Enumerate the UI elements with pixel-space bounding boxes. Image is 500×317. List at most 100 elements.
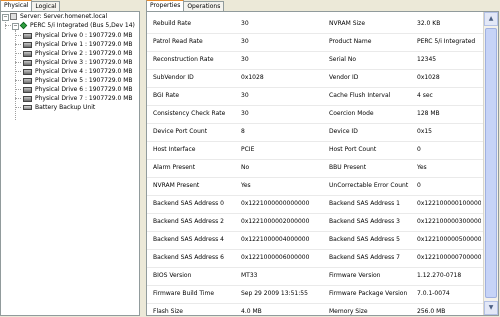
property-value: 0x1221000001000000: [417, 200, 481, 207]
device-tree: − Server: Server.homenet.local − PERC 5/…: [0, 11, 140, 316]
property-name: Flash Size: [153, 308, 183, 315]
tree-node-physical-drive[interactable]: Physical Drive 7 : 1907729.0 MB: [23, 94, 134, 103]
property-row: BGI Rate 30 Cache Flush Interval 4 sec: [147, 87, 483, 106]
tree-node-controller[interactable]: PERC 5/i Integrated (Bus 5,Dev 14): [19, 21, 136, 30]
scroll-up-button[interactable]: ▲: [484, 12, 498, 26]
property-name: Patrol Read Rate: [153, 38, 203, 45]
tree-node-battery[interactable]: Battery Backup Unit: [23, 103, 96, 112]
property-row: Backend SAS Address 6 0x1221000006000000 B…: [147, 249, 483, 268]
property-name: Backend SAS Address 3: [329, 218, 400, 225]
property-name: Backend SAS Address 1: [329, 200, 400, 207]
property-row: Patrol Read Rate 30 Product Name PERC 5/i I…: [147, 33, 483, 52]
property-name: UnCorrectable Error Count: [329, 182, 409, 189]
property-value: MT33: [241, 272, 258, 279]
property-value: 4.0 MB: [241, 308, 262, 315]
tree-node-physical-drive[interactable]: Physical Drive 0 : 1907729.0 MB: [23, 31, 134, 40]
pane-splitter[interactable]: [140, 0, 145, 317]
property-name: Product Name: [329, 38, 372, 45]
property-name: BGI Rate: [153, 92, 180, 99]
scrollbar-thumb[interactable]: [485, 28, 497, 298]
tree-node-physical-drive[interactable]: Physical Drive 1 : 1907729.0 MB: [23, 40, 134, 49]
property-name: Cache Flush Interval: [329, 92, 391, 99]
property-row: NVRAM Present Yes UnCorrectable Error Coun…: [147, 177, 483, 196]
tree-node-physical-drive[interactable]: Physical Drive 4 : 1907729.0 MB: [23, 67, 134, 76]
property-value: 256.0 MB: [417, 308, 446, 315]
property-name: BBU Present: [329, 164, 367, 171]
property-row: Host Interface PCIE Host Port Count 0: [147, 141, 483, 160]
property-name: Firmware Build Time: [153, 290, 215, 297]
property-name: Backend SAS Address 7: [329, 254, 400, 261]
property-row: Backend SAS Address 0 0x1221000000000000 B…: [147, 195, 483, 214]
property-value: Yes: [417, 164, 427, 171]
properties-panel: Rebuild Rate 30 NVRAM Size 32.0 KB Patrol Re…: [146, 11, 499, 316]
property-name: NVRAM Size: [329, 20, 366, 27]
property-name: Firmware Version: [329, 272, 381, 279]
property-value: 0: [417, 146, 421, 153]
property-value: 0x1028: [241, 74, 264, 81]
property-value: 30: [241, 92, 249, 99]
property-value: 12345: [417, 56, 437, 63]
property-value: 30: [241, 20, 249, 27]
property-value: 30: [241, 110, 249, 117]
property-name: Memory Size: [329, 308, 368, 315]
property-name: Vendor ID: [329, 74, 359, 81]
property-value: 30: [241, 38, 249, 45]
property-name: Firmware Package Version: [329, 290, 408, 297]
property-name: SubVendor ID: [153, 74, 194, 81]
property-value: 0x1221000003000000: [417, 218, 481, 225]
property-row: Firmware Build Time Sep 29 2009 13:51:55 F…: [147, 285, 483, 304]
property-value: 32.0 KB: [417, 20, 441, 27]
scroll-down-button[interactable]: ▼: [484, 301, 498, 315]
property-value: 0x1221000005000000: [417, 236, 481, 243]
property-value: 0x1028: [417, 74, 440, 81]
property-value: 128 MB: [417, 110, 440, 117]
property-value: 4 sec: [417, 92, 433, 99]
expand-server-toggle[interactable]: −: [2, 14, 9, 21]
property-name: Backend SAS Address 4: [153, 236, 224, 243]
tab-logical[interactable]: Logical: [31, 1, 61, 11]
tree-node-physical-drive[interactable]: Physical Drive 6 : 1907729.0 MB: [23, 85, 134, 94]
property-value: 8: [241, 128, 245, 135]
hard-drive-icon: [23, 32, 32, 39]
property-name: Backend SAS Address 6: [153, 254, 224, 261]
property-name: Reconstruction Rate: [153, 56, 214, 63]
drive-label: Physical Drive 7 : 1907729.0 MB: [35, 95, 133, 102]
drive-label: Physical Drive 2 : 1907729.0 MB: [35, 50, 133, 57]
tree-node-server[interactable]: Server: Server.homenet.local: [10, 12, 108, 21]
property-row: SubVendor ID 0x1028 Vendor ID 0x1028: [147, 69, 483, 88]
property-value: PCIE: [241, 146, 255, 153]
property-value: 0: [417, 182, 421, 189]
expand-controller-toggle[interactable]: −: [12, 23, 19, 30]
tab-properties[interactable]: Properties: [146, 0, 185, 11]
server-icon: [10, 13, 17, 20]
tree-node-physical-drive[interactable]: Physical Drive 5 : 1907729.0 MB: [23, 76, 134, 85]
right-tab-strip: Properties Operations: [146, 0, 225, 11]
tree-node-physical-drive[interactable]: Physical Drive 3 : 1907729.0 MB: [23, 58, 134, 67]
drive-label: Physical Drive 1 : 1907729.0 MB: [35, 41, 133, 48]
tab-physical[interactable]: Physical: [0, 0, 33, 11]
property-value: Sep 29 2009 13:51:55: [241, 290, 308, 297]
property-row: Alarm Present No BBU Present Yes: [147, 159, 483, 178]
battery-icon: [23, 105, 32, 110]
vertical-scrollbar[interactable]: ▲ ▼: [483, 12, 498, 315]
property-row: Rebuild Rate 30 NVRAM Size 32.0 KB: [147, 15, 483, 34]
property-value: 0x1221000004000000: [241, 236, 310, 243]
tree-node-physical-drive[interactable]: Physical Drive 2 : 1907729.0 MB: [23, 49, 134, 58]
property-row: Reconstruction Rate 30 Serial No 12345: [147, 51, 483, 70]
drive-label: Physical Drive 4 : 1907729.0 MB: [35, 68, 133, 75]
property-name: Device ID: [329, 128, 358, 135]
hard-drive-icon: [23, 95, 32, 102]
tab-operations[interactable]: Operations: [183, 1, 225, 11]
property-value: 0x1221000006000000: [241, 254, 310, 261]
drive-label: Physical Drive 6 : 1907729.0 MB: [35, 86, 133, 93]
property-value: PERC 5/i Integrated: [417, 38, 476, 45]
property-value: 0x1221000007000000: [417, 254, 481, 261]
controller-icon: [19, 21, 28, 30]
property-name: Alarm Present: [153, 164, 196, 171]
property-name: Backend SAS Address 5: [329, 236, 400, 243]
property-row: BIOS Version MT33 Firmware Version 1.12.270…: [147, 267, 483, 286]
property-name: Serial No: [329, 56, 357, 63]
property-row: Flash Size 4.0 MB Memory Size 256.0 MB: [147, 303, 483, 315]
property-value: No: [241, 164, 250, 171]
property-value: 0x15: [417, 128, 433, 135]
